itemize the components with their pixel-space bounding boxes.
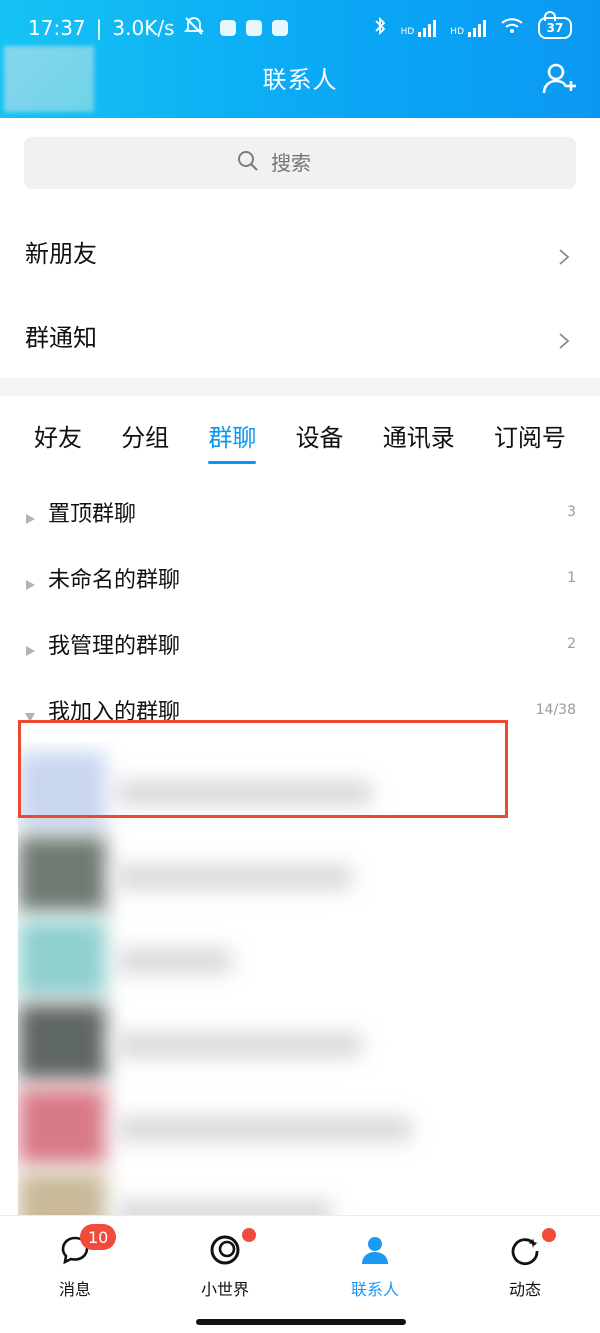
header-bar: 17:37 | 3.0K/s HD HD 37 联系人 [0, 0, 600, 118]
list-item[interactable] [18, 994, 600, 1080]
group-section-label: 置顶群聊 [48, 502, 137, 527]
chevron-right-icon [556, 243, 572, 265]
small-world-icon [209, 1234, 241, 1270]
add-user-icon [542, 63, 576, 94]
list-item[interactable] [18, 910, 600, 996]
highlight-box [18, 720, 508, 818]
status-time: 17:37 [28, 16, 86, 40]
wifi-icon [500, 16, 524, 40]
triangle-right-icon [24, 638, 36, 656]
group-section-managed[interactable]: 我管理的群聊 2 [0, 616, 600, 672]
group-count: 1 [567, 570, 576, 586]
unread-badge: 10 [80, 1224, 117, 1250]
nav-small-world[interactable]: 小世界 [150, 1216, 300, 1300]
group-section-pinned[interactable]: 置顶群聊 3 [0, 484, 600, 540]
tab-devices[interactable]: 设备 [296, 418, 344, 464]
group-section-label: 未命名的群聊 [48, 568, 181, 593]
search-input[interactable] [269, 150, 363, 176]
search-box[interactable] [24, 137, 576, 189]
add-user-button[interactable] [542, 62, 576, 96]
group-section-unnamed[interactable]: 未命名的群聊 1 [0, 550, 600, 606]
app-icon [272, 20, 289, 36]
group-count: 2 [567, 636, 576, 652]
home-indicator [196, 1319, 406, 1325]
mute-icon [184, 16, 205, 41]
triangle-down-icon [24, 704, 36, 722]
status-speed: 3.0K/s [112, 16, 175, 40]
contacts-icon [359, 1234, 391, 1270]
nav-moments[interactable]: 动态 [450, 1216, 600, 1300]
nav-contacts[interactable]: 联系人 [300, 1216, 450, 1300]
tab-subscriptions[interactable]: 订阅号 [494, 418, 566, 464]
hd-label: HD [400, 27, 415, 37]
notification-dot [542, 1228, 556, 1242]
section-separator [0, 378, 600, 396]
signal-icon [418, 19, 437, 37]
nav-messages[interactable]: 消息 10 [0, 1216, 150, 1300]
signal-icon [468, 19, 486, 37]
chevron-right-icon [556, 327, 572, 349]
avatar [18, 836, 106, 912]
avatar [18, 1172, 106, 1216]
group-notice-row[interactable]: 群通知 [0, 293, 600, 377]
tab-group-chats[interactable]: 群聊 [208, 418, 257, 464]
list-item[interactable] [18, 1162, 600, 1216]
list-item[interactable] [18, 826, 600, 912]
group-count: 14/38 [535, 702, 576, 718]
avatar [18, 920, 106, 996]
tab-groups[interactable]: 分组 [121, 418, 169, 464]
triangle-right-icon [24, 506, 36, 524]
new-friends-row[interactable]: 新朋友 [0, 209, 600, 293]
group-notice-label: 群通知 [25, 323, 97, 352]
new-friends-label: 新朋友 [25, 239, 97, 268]
group-section-label: 我管理的群聊 [48, 634, 181, 659]
contact-tabs: 好友 分组 群聊 设备 通讯录 订阅号 [0, 418, 600, 464]
bottom-nav: 消息 10 小世界 联系人 动态 [0, 1215, 600, 1333]
avatar [18, 1004, 106, 1080]
list-item[interactable] [18, 1078, 600, 1164]
app-icon [220, 20, 237, 36]
hd-label: HD [450, 27, 464, 37]
search-icon [237, 150, 259, 177]
page-title: 联系人 [262, 66, 338, 94]
triangle-right-icon [24, 572, 36, 590]
group-count: 3 [567, 504, 576, 520]
notification-dot [242, 1228, 256, 1242]
battery-indicator: 37 [538, 11, 572, 39]
tab-friends[interactable]: 好友 [34, 418, 82, 464]
bluetooth-icon [373, 16, 387, 41]
moments-icon [509, 1234, 541, 1270]
avatar [18, 1088, 106, 1164]
app-icon [246, 20, 263, 36]
tab-address-book[interactable]: 通讯录 [383, 418, 455, 464]
